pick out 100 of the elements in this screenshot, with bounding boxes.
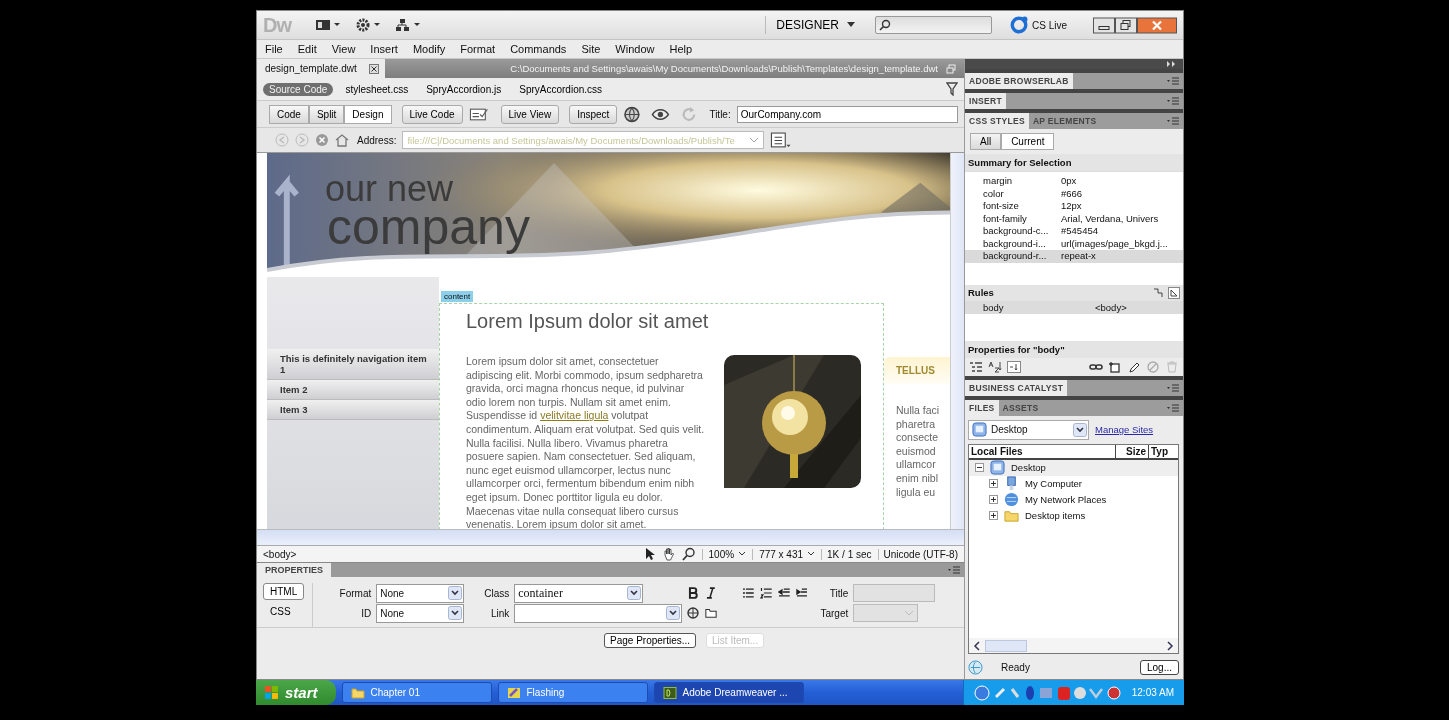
- cs-live-icon[interactable]: [1010, 16, 1028, 34]
- horizontal-scrollbar[interactable]: [969, 638, 1178, 653]
- panel-menu-icon[interactable]: [1167, 97, 1179, 105]
- title-field[interactable]: OurCompany.com: [736, 105, 958, 123]
- expand-icon[interactable]: [989, 511, 998, 520]
- set-properties-icon[interactable]: [1007, 360, 1021, 373]
- format-dropdown[interactable]: None: [376, 583, 465, 603]
- tree-item[interactable]: Desktop: [1011, 462, 1046, 473]
- menu-item[interactable]: Site: [581, 43, 601, 55]
- tree-item[interactable]: My Network Places: [1025, 494, 1107, 505]
- related-file-tab[interactable]: stylesheet.css: [339, 82, 415, 96]
- bold-icon[interactable]: [687, 587, 699, 599]
- panel-menu-icon[interactable]: [1167, 117, 1179, 125]
- panel-menu-icon[interactable]: [948, 566, 960, 574]
- minimize-button[interactable]: [1093, 16, 1115, 34]
- window-size-dropdown[interactable]: 777 x 431: [752, 548, 816, 560]
- related-file-tab[interactable]: Source Code: [263, 82, 334, 96]
- log-button[interactable]: Log...: [1139, 660, 1179, 675]
- workspace-dropdown[interactable]: DESIGNER: [765, 16, 865, 34]
- panel-tab[interactable]: AP ELEMENTS: [1028, 113, 1101, 129]
- panel-tab[interactable]: ADOBE BROWSERLAB: [965, 73, 1073, 89]
- panel-tab[interactable]: CSS STYLES: [965, 113, 1029, 129]
- numbered-list-icon[interactable]: [760, 587, 772, 599]
- taskbar-button[interactable]: Chapter 01: [341, 682, 492, 703]
- filter-icon[interactable]: [946, 82, 958, 96]
- info-view-icon[interactable]: [1168, 286, 1180, 299]
- options-menu-icon[interactable]: [770, 131, 793, 149]
- point-to-file-icon[interactable]: [687, 607, 700, 619]
- navigation-link[interactable]: This is definitely navigation item 1: [267, 349, 439, 380]
- class-dropdown[interactable]: container: [514, 583, 644, 603]
- tree-item[interactable]: Desktop items: [1025, 510, 1086, 521]
- property-row[interactable]: background-i... url(images/page_bkgd.j...: [965, 237, 1183, 250]
- view-button[interactable]: Code: [269, 104, 309, 124]
- panel-tab[interactable]: BUSINESS CATALYST: [965, 379, 1068, 396]
- layout-menu-icon[interactable]: [315, 18, 341, 32]
- close-button[interactable]: [1137, 16, 1177, 34]
- navigation-link[interactable]: Item 3: [267, 400, 439, 420]
- menu-item[interactable]: Modify: [412, 43, 446, 55]
- menu-item[interactable]: Insert: [370, 43, 398, 55]
- related-file-tab[interactable]: SpryAccordion.css: [513, 82, 609, 96]
- search-field[interactable]: [875, 16, 992, 34]
- start-button[interactable]: start: [256, 680, 336, 705]
- view-button[interactable]: Design: [344, 104, 392, 124]
- settings-icon[interactable]: [355, 18, 381, 32]
- tag-selector[interactable]: <body>: [263, 548, 297, 560]
- live-view-button[interactable]: Live View: [500, 104, 560, 124]
- category-view-icon[interactable]: [969, 360, 983, 373]
- bulleted-list-icon[interactable]: [742, 587, 755, 599]
- restore-button[interactable]: [1115, 16, 1137, 34]
- text-link[interactable]: velitvitae ligula: [540, 409, 609, 422]
- site-dropdown[interactable]: Desktop: [968, 419, 1089, 440]
- mode-button[interactable]: CSS: [263, 603, 305, 620]
- manage-sites-link[interactable]: Manage Sites: [1095, 424, 1154, 435]
- property-row[interactable]: font-size 12px: [965, 200, 1183, 213]
- page-properties-button[interactable]: Page Properties...: [604, 633, 697, 648]
- taskbar-button[interactable]: Flashing: [497, 682, 648, 703]
- menu-item[interactable]: Edit: [297, 43, 317, 55]
- mode-button[interactable]: Current: [1001, 133, 1055, 150]
- inspect-button[interactable]: Inspect: [569, 104, 618, 124]
- menu-item[interactable]: File: [265, 43, 283, 55]
- vertical-scrollbar[interactable]: [950, 153, 964, 529]
- panel-tab[interactable]: FILES: [965, 399, 999, 416]
- property-row[interactable]: background-c... #545454: [965, 225, 1183, 238]
- title-attribute-field[interactable]: [853, 584, 936, 602]
- property-row[interactable]: font-family Arial, Verdana, Univers: [965, 212, 1183, 225]
- scrollbar-thumb[interactable]: [985, 639, 1027, 652]
- panel-tab[interactable]: ASSETS: [998, 399, 1043, 416]
- tree-item[interactable]: My Computer: [1025, 478, 1082, 489]
- navigation-link[interactable]: Item 2: [267, 380, 439, 400]
- menu-item[interactable]: Commands: [510, 43, 567, 55]
- horizontal-scrollbar[interactable]: [257, 529, 964, 545]
- scroll-right-icon[interactable]: [1166, 640, 1174, 651]
- menu-item[interactable]: Format: [460, 43, 496, 55]
- scroll-left-icon[interactable]: [973, 640, 981, 651]
- hand-icon[interactable]: [661, 547, 676, 561]
- live-code-button[interactable]: Live Code: [401, 104, 463, 124]
- mode-button[interactable]: All: [970, 133, 1002, 150]
- edit-icon[interactable]: [1127, 360, 1141, 373]
- menu-item[interactable]: Help: [669, 43, 693, 55]
- property-row[interactable]: background-r... repeat-x: [965, 250, 1183, 263]
- related-file-tab[interactable]: SpryAccordion.js: [420, 82, 508, 96]
- close-icon[interactable]: [368, 63, 379, 74]
- indent-icon[interactable]: [795, 587, 808, 599]
- outdent-icon[interactable]: [777, 587, 790, 599]
- id-dropdown[interactable]: None: [376, 603, 465, 623]
- taskbar-button[interactable]: Adobe Dreamweaver ...: [653, 682, 804, 703]
- menu-item[interactable]: View: [331, 43, 356, 55]
- cs-live-label[interactable]: CS Live: [1032, 19, 1067, 31]
- panel-menu-icon[interactable]: [1167, 77, 1179, 85]
- expand-icon[interactable]: [989, 495, 998, 504]
- column-header[interactable]: Local Files: [969, 444, 1116, 458]
- column-header[interactable]: Typ: [1149, 444, 1171, 458]
- panel-tab[interactable]: INSERT: [965, 93, 1006, 109]
- expand-icon[interactable]: [989, 479, 998, 488]
- italic-icon[interactable]: [704, 587, 717, 599]
- collapse-icon[interactable]: [975, 463, 984, 472]
- panel-menu-icon[interactable]: [1167, 403, 1179, 412]
- menu-item[interactable]: Window: [615, 43, 655, 55]
- site-map-icon[interactable]: [395, 18, 421, 32]
- folder-icon[interactable]: [705, 607, 718, 619]
